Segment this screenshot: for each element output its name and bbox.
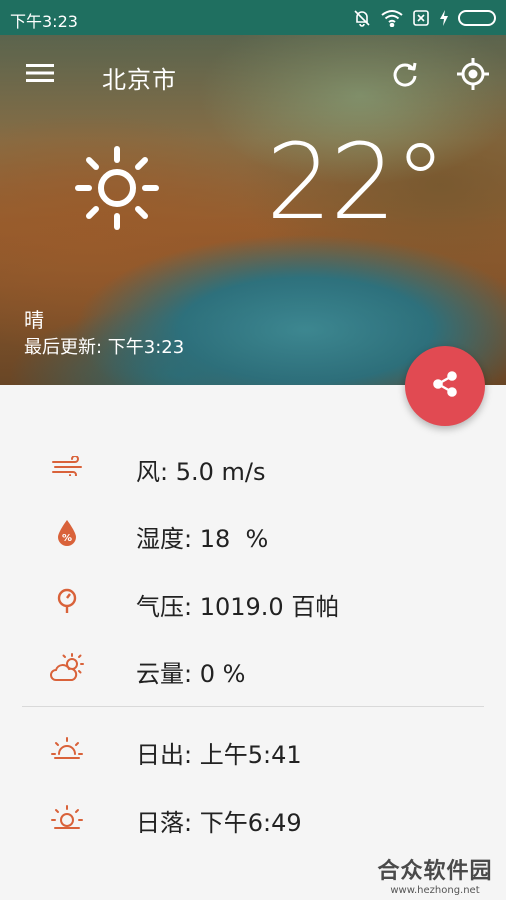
notification-muted-icon	[352, 8, 372, 28]
sunset-row: 日落: 下午6:49	[0, 797, 506, 837]
temperature: 22°	[266, 121, 446, 243]
cloudiness-text: 云量: 0 %	[136, 660, 246, 688]
wifi-icon	[381, 9, 403, 27]
sunrise-row: 日出: 上午5:41	[0, 729, 506, 769]
weather-hero: 北京市 22° 晴 最后更新: 下午3:23	[0, 35, 506, 385]
pressure-gauge-icon	[48, 585, 86, 617]
pressure-text: 气压: 1019.0 百帕	[136, 593, 340, 621]
humidity-icon: %	[48, 517, 86, 549]
menu-button[interactable]	[20, 57, 60, 93]
status-icons	[352, 8, 496, 28]
weather-details: 风: 5.0 m/s % 湿度: 18 % 气压: 1019.0 百帕 云量: …	[0, 385, 506, 900]
hamburger-menu-icon	[26, 62, 54, 88]
sunset-icon	[48, 801, 86, 833]
locate-button[interactable]	[452, 55, 494, 97]
status-time: 下午3:23	[10, 12, 78, 31]
weather-condition: 晴	[24, 308, 44, 332]
cloudiness-row: 云量: 0 %	[0, 648, 506, 688]
humidity-text: 湿度: 18 %	[136, 525, 269, 553]
svg-text:%: %	[62, 533, 72, 544]
sun-icon	[74, 145, 160, 231]
watermark-url: www.hezhong.net	[390, 885, 480, 896]
sunset-text: 日落: 下午6:49	[136, 809, 302, 837]
sunrise-icon	[48, 733, 86, 765]
status-bar: 下午3:23	[0, 0, 506, 35]
refresh-button[interactable]	[384, 55, 426, 97]
share-icon	[430, 369, 460, 403]
charging-icon	[439, 10, 449, 26]
watermark-name: 合众软件园	[377, 859, 493, 884]
wind-row: 风: 5.0 m/s	[0, 446, 506, 486]
wind-icon	[48, 450, 86, 482]
divider	[22, 706, 484, 707]
city-title: 北京市	[102, 66, 177, 94]
pressure-row: 气压: 1019.0 百帕	[0, 581, 506, 621]
gps-locate-icon	[456, 57, 490, 95]
share-button[interactable]	[405, 346, 485, 426]
last-updated: 最后更新: 下午3:23	[24, 337, 185, 358]
battery-icon	[458, 10, 496, 26]
watermark: 合众软件园 www.hezhong.net	[370, 853, 500, 896]
sunrise-text: 日出: 上午5:41	[136, 741, 302, 769]
partly-cloudy-icon	[48, 652, 86, 684]
sim-off-icon	[412, 9, 430, 27]
humidity-row: % 湿度: 18 %	[0, 513, 506, 553]
wind-text: 风: 5.0 m/s	[136, 458, 266, 486]
refresh-icon	[391, 60, 419, 92]
